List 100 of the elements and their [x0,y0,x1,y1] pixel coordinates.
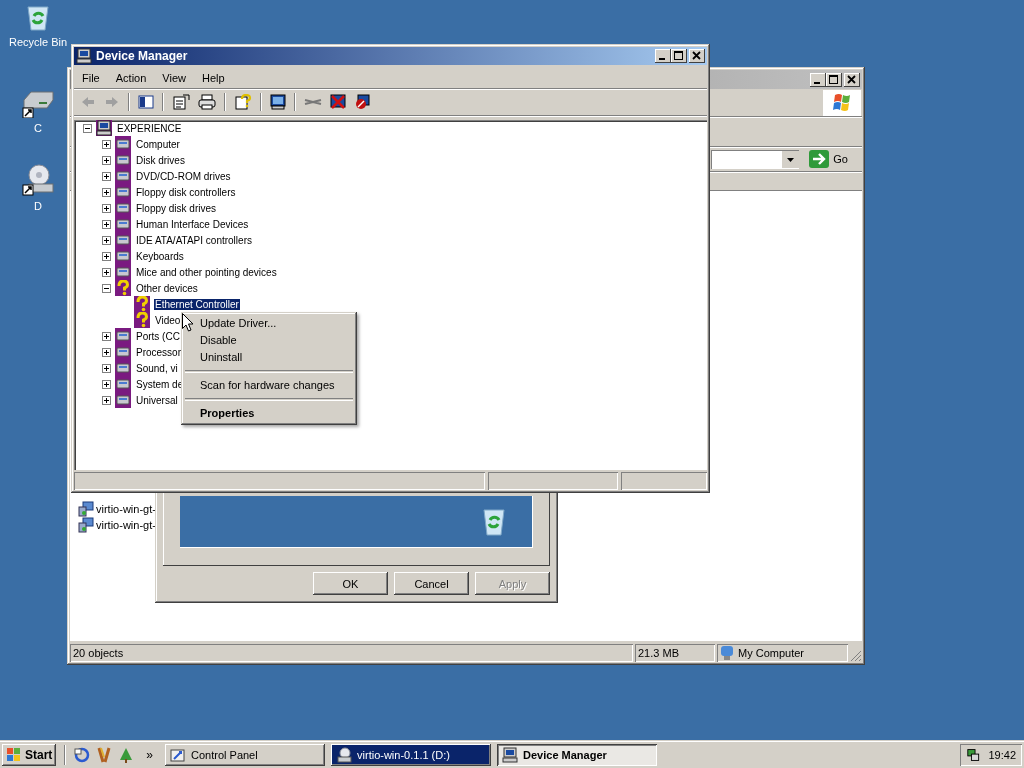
windows-logo-icon [823,90,861,116]
expand-toggle[interactable] [101,267,111,277]
tree-item[interactable]: Floppy disk drives [135,202,218,214]
window-title: Device Manager [96,49,188,63]
expand-toggle[interactable] [101,283,111,293]
tree-item[interactable]: Ethernet Controller [154,298,240,310]
windows-logo-icon [6,748,22,762]
tree-item[interactable]: Mice and other pointing devices [135,266,278,278]
scan-icon[interactable] [270,94,286,110]
go-button[interactable]: Go [809,150,858,168]
expand-toggle[interactable] [82,123,92,133]
tree-item[interactable]: Floppy disk controllers [135,186,237,198]
tree-item[interactable]: Keyboards [135,250,185,262]
expand-toggle[interactable] [101,155,111,165]
print-icon[interactable] [198,94,216,110]
expand-toggle[interactable] [101,395,111,405]
expand-toggle[interactable] [101,251,111,261]
file-name[interactable]: virtio-win-gt- [96,503,156,515]
desktop-icon-label[interactable]: D [34,200,42,212]
device-icon [115,376,131,392]
tree-item[interactable]: DVD/CD-ROM drives [135,170,232,182]
tree-item[interactable]: Processor [135,346,182,358]
tree-item[interactable]: Video [154,314,182,326]
browser-icon[interactable] [74,747,91,763]
tool-icon[interactable] [96,747,113,763]
device-icon [115,344,131,360]
installer-icon [78,517,94,533]
expand-toggle[interactable] [101,171,111,181]
expand-toggle[interactable] [101,363,111,373]
expand-toggle[interactable] [101,219,111,229]
tree-item[interactable]: Human Interface Devices [135,218,250,230]
dialog-button[interactable]: Cancel [394,572,469,595]
status-text: My Computer [738,647,805,659]
desktop-icon-label[interactable]: Recycle Bin [8,36,68,48]
computer-icon [96,120,112,136]
tree-item[interactable]: EXPERIENCE [116,122,183,134]
taskbar-button[interactable]: virtio-win-0.1.1 (D:) [331,744,492,766]
computer-icon [502,747,519,763]
mouse-pointer-icon [182,313,194,332]
expand-toggle[interactable] [101,139,111,149]
desktop-icon-label[interactable]: C [34,122,42,134]
menu-item[interactable]: Scan for hardware changes [184,377,354,394]
taskbar-button[interactable]: Control Panel [165,744,326,766]
expand-toggle[interactable] [101,347,111,357]
cd-drive-icon[interactable] [21,164,55,196]
tree-item[interactable]: Disk drives [135,154,186,166]
expand-toggle[interactable] [101,235,111,245]
device-icon [115,168,131,184]
minimize-icon[interactable] [655,49,671,63]
drive-icon[interactable] [21,88,55,118]
device-icon [115,264,131,280]
file-name[interactable]: virtio-win-gt- [96,519,156,531]
tree-app-icon[interactable] [118,747,135,763]
dropdown-arrow-icon[interactable] [782,150,800,168]
address-field[interactable] [711,149,800,169]
tree-item[interactable]: Other devices [135,282,199,294]
close-icon[interactable] [844,72,860,87]
tree-item[interactable]: IDE ATA/ATAPI controllers [135,234,253,246]
device-icon [115,392,131,408]
question-icon [115,280,131,296]
recycle-bin-icon [481,507,507,537]
maximize-icon[interactable] [826,72,842,87]
close-icon[interactable] [689,49,705,63]
tree-item[interactable]: Computer [135,138,181,150]
menu-item[interactable]: File [74,70,108,86]
expand-toggle[interactable] [101,331,111,341]
cd-drive-icon [336,747,353,763]
start-button[interactable]: Start [2,744,57,766]
control-panel-icon [170,747,187,763]
expand-toggle[interactable] [101,187,111,197]
tree-item[interactable]: Sound, vi [135,362,179,374]
installer-icon [78,501,94,517]
resize-grip-icon[interactable] [850,650,862,662]
device-icon [115,216,131,232]
device-icon [115,184,131,200]
maximize-icon[interactable] [671,49,687,63]
device-icon [115,328,131,344]
properties-icon[interactable] [172,94,190,110]
menu-item[interactable]: Help [193,70,233,86]
taskbar-button[interactable]: Device Manager [497,744,658,766]
expand-toggle[interactable] [101,379,111,389]
device-icon [115,232,131,248]
menu-item[interactable]: Uninstall [184,349,354,366]
tree-item[interactable]: Ports (CC [135,330,181,342]
uninstall-icon[interactable] [330,94,346,110]
question-icon [134,312,150,328]
menu-item[interactable]: Disable [184,332,354,349]
dialog-button[interactable]: OK [313,572,388,595]
help-icon[interactable] [234,94,252,110]
pane-toggle-icon[interactable] [138,94,154,110]
more-toggle[interactable]: » [140,748,160,762]
menu-item[interactable]: Properties [184,405,354,422]
tree-item[interactable]: Universal [135,394,179,406]
menu-item[interactable]: Action [107,70,155,86]
menu-item[interactable]: View [154,70,194,86]
minimize-icon[interactable] [810,72,826,87]
device-icon [115,152,131,168]
device-icon [115,248,131,264]
expand-toggle[interactable] [101,203,111,213]
disable-icon[interactable] [354,94,370,110]
